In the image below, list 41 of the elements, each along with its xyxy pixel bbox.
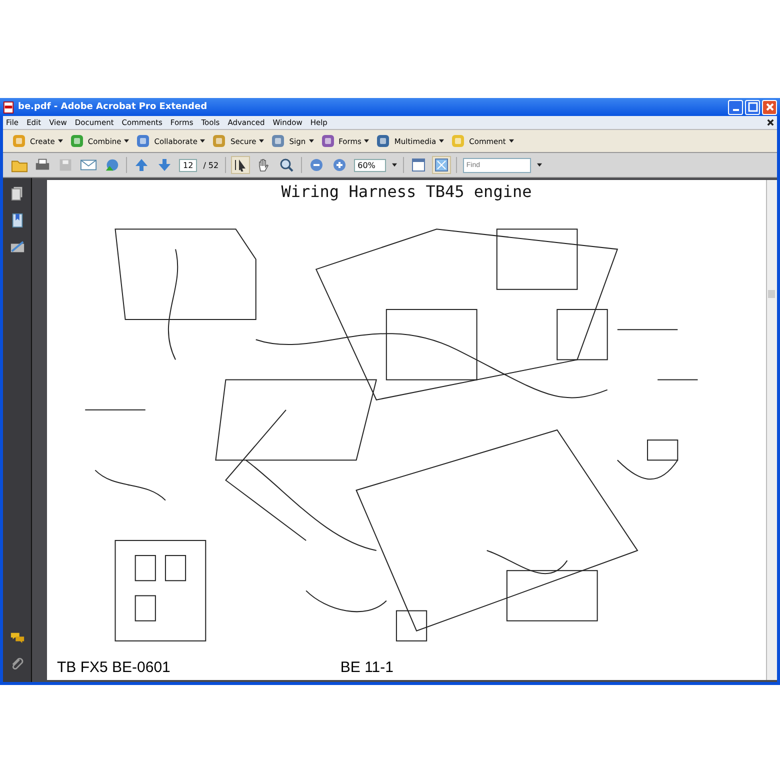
caret-icon (308, 139, 314, 143)
pages-icon[interactable] (10, 186, 24, 201)
caret-icon (508, 139, 514, 143)
paperclip-icon[interactable] (10, 657, 24, 672)
down-arrow-icon[interactable] (156, 157, 173, 173)
vertical-scrollbar[interactable] (766, 180, 777, 680)
caret-icon (259, 139, 264, 143)
page-number-field[interactable]: 12 (179, 158, 198, 172)
page-icon[interactable] (410, 157, 428, 173)
caret-icon (58, 139, 63, 143)
maximize-icon (748, 102, 758, 112)
page-footer-code: TB FX5 BE-0601 (57, 659, 170, 676)
fit-page-icon[interactable] (433, 157, 450, 173)
minimize-button[interactable] (728, 100, 743, 114)
zoom-icon[interactable] (278, 157, 295, 173)
globe-icon[interactable] (103, 157, 120, 173)
envelope-icon[interactable] (80, 157, 97, 173)
pdf-file-icon (3, 100, 14, 114)
page-title: Wiring Harness TB45 engine (281, 182, 532, 201)
minimize-icon (732, 109, 738, 111)
bookmark-icon[interactable] (10, 213, 24, 228)
caret-icon (200, 139, 206, 143)
maximize-button[interactable] (745, 100, 760, 114)
caret-icon (439, 139, 444, 143)
close-button[interactable] (762, 100, 777, 114)
up-arrow-icon[interactable] (133, 157, 150, 173)
page-count: / 52 (203, 160, 219, 170)
caret-icon[interactable] (392, 163, 398, 167)
text-cursor-icon[interactable] (232, 157, 249, 173)
caret-icon (124, 139, 130, 143)
zoom-dropdown[interactable]: 60% (354, 158, 386, 172)
caret-icon (364, 139, 370, 143)
caret-icon[interactable] (537, 163, 542, 167)
page-number-label: BE 11-1 (340, 659, 394, 676)
speech-bubbles-icon[interactable] (10, 630, 24, 645)
close-icon (764, 102, 774, 112)
close-icon[interactable] (767, 119, 774, 126)
zoom-in-icon[interactable] (330, 157, 348, 173)
signature-icon[interactable] (10, 240, 24, 255)
window-title: be.pdf - Adobe Acrobat Pro Extended (18, 102, 208, 112)
zoom-out-icon[interactable] (308, 157, 325, 173)
